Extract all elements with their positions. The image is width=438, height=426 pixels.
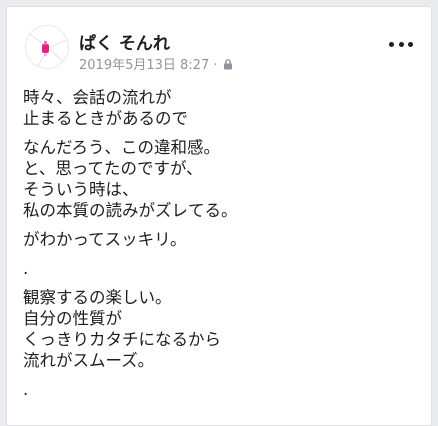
post-paragraph: 時々、会話の流れが 止まるときがあるので [23,87,415,129]
post-text-line: くっきりカタチになるから [23,330,221,349]
avatar[interactable] [25,25,69,69]
post-paragraph: 観察するの楽しい。 自分の性質が くっきりカタチになるから 流れがスムーズ。 [23,287,415,371]
post-text-line: がわかってスッキリ。 [23,230,187,249]
post-text-line: 止まるときがあるので [23,109,188,128]
post-body: 時々、会話の流れが 止まるときがあるので なんだろう、この違和感。 と、思ってた… [23,87,415,408]
post-paragraph: なんだろう、この違和感。 と、思ってたのですが、 そういう時は、 私の本質の読み… [23,137,415,221]
post-text-line: 流れがスムーズ。 [23,351,155,370]
post-meta: 2019年5月13日 8:27 · [79,54,234,73]
post-author-name[interactable]: ぱく そんれ [79,29,170,54]
lock-icon [223,58,232,69]
post-paragraph: . [23,379,415,400]
post-text-line: 時々、会話の流れが [23,88,172,107]
more-dot [398,41,404,47]
post-card: ぱく そんれ 2019年5月13日 8:27 · 時々、会話の流れが 止まるとき… [6,6,432,426]
post-text-line: . [23,259,29,278]
post-paragraph: がわかってスッキリ。 [23,229,415,250]
more-options-icon[interactable] [389,37,413,51]
post-timestamp[interactable]: 2019年5月13日 8:27 · [79,54,218,73]
post-text-line: 私の本質の読みがズレてる。 [23,201,238,220]
post-text-line: なんだろう、この違和感。 [23,138,221,157]
post-text-line: そういう時は、 [23,180,139,199]
post-text-line: 自分の性質が [23,309,122,328]
more-dot [408,41,413,47]
post-text-line: と、思ってたのですが、 [23,159,203,178]
post-text-line: . [23,380,29,399]
post-text-line: 観察するの楽しい。 [23,288,172,307]
post-paragraph: . [23,258,415,279]
avatar-image [26,26,68,68]
more-dot [389,41,394,47]
